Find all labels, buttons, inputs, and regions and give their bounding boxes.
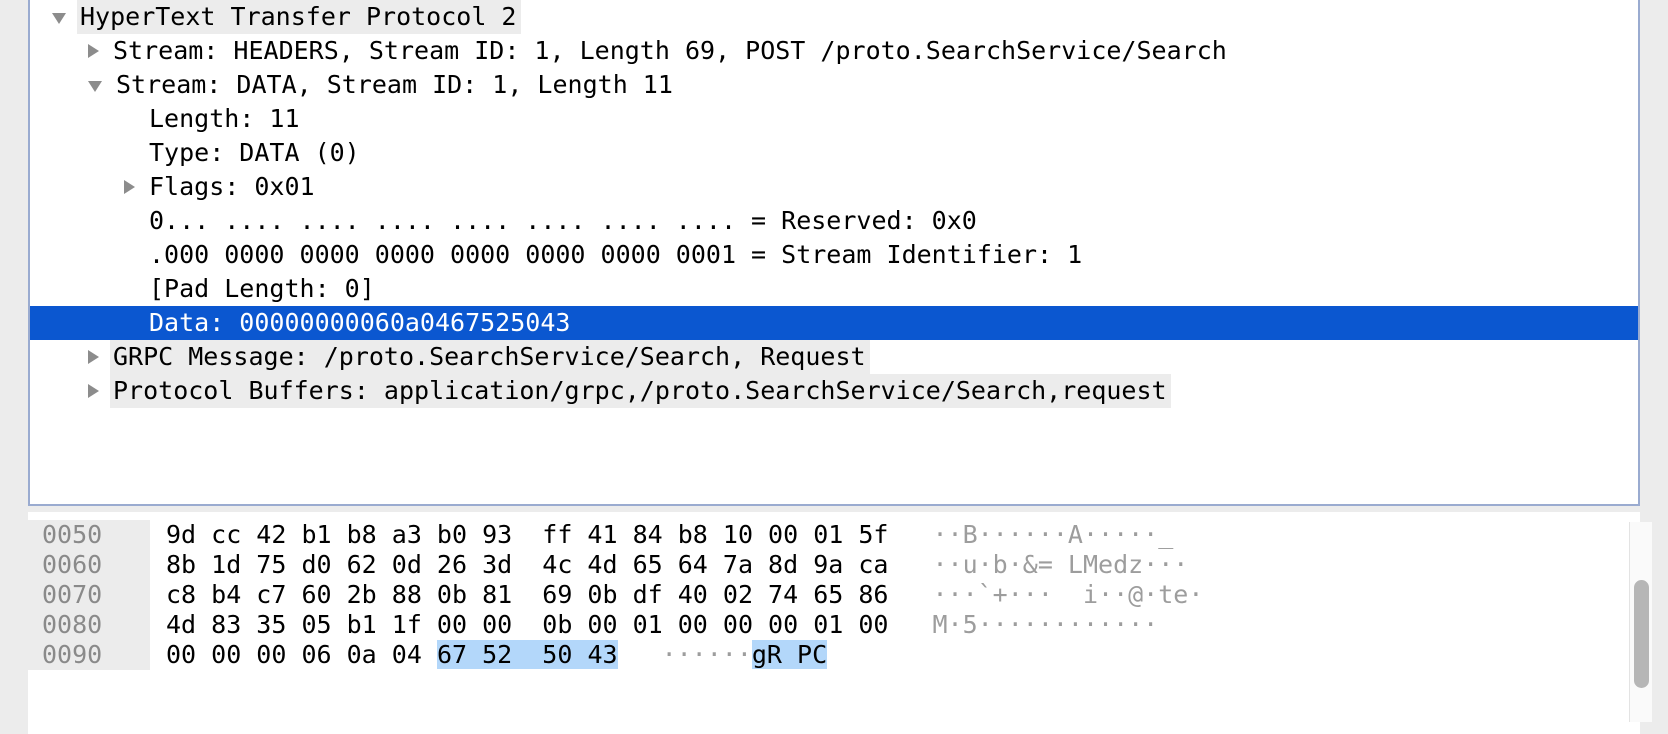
- tree-row-label: HyperText Transfer Protocol 2: [77, 0, 521, 34]
- ascii-bytes: ··B······A·····_: [932, 520, 1173, 550]
- ascii-bytes: ···`+··· i··@·te·: [932, 580, 1203, 610]
- hex-dump-row[interactable]: 0070 c8 b4 c7 60 2b 88 0b 81 69 0b df 40 …: [28, 580, 1640, 610]
- hex-bytes: 8b 1d 75 d0 62 0d 26 3d 4c 4d 65 64 7a 8…: [166, 550, 888, 580]
- ascii-bytes-plain: ······: [661, 640, 752, 669]
- tree-row-label: [Pad Length: 0]: [149, 274, 375, 303]
- tree-row[interactable]: Stream: DATA, Stream ID: 1, Length 11: [30, 68, 1638, 102]
- tree-row-label: Protocol Buffers: application/grpc,/prot…: [110, 374, 1171, 408]
- chevron-right-icon[interactable]: [88, 384, 99, 398]
- tree-row[interactable]: HyperText Transfer Protocol 2: [30, 0, 1638, 34]
- hex-bytes-plain: 9d cc 42 b1 b8 a3 b0 93 ff 41 84 b8 10 0…: [166, 520, 889, 549]
- packet-bytes-pane[interactable]: 0050 9d cc 42 b1 b8 a3 b0 93 ff 41 84 b8 …: [28, 512, 1640, 734]
- tree-spacer-icon: [124, 216, 135, 227]
- ascii-bytes: ··u·b·&= LMedz···: [932, 550, 1188, 580]
- tree-row[interactable]: 0... .... .... .... .... .... .... .... …: [30, 204, 1638, 238]
- hex-offset: 0090: [28, 640, 150, 670]
- hex-dump-row[interactable]: 0080 4d 83 35 05 b1 1f 00 00 0b 00 01 00 …: [28, 610, 1640, 640]
- tree-row[interactable]: Type: DATA (0): [30, 136, 1638, 170]
- tree-row-label: GRPC Message: /proto.SearchService/Searc…: [110, 340, 870, 374]
- tree-spacer-icon: [124, 250, 135, 261]
- tree-row-label: Data: 00000000060a0467525043: [149, 308, 571, 337]
- tree-row[interactable]: [Pad Length: 0]: [30, 272, 1638, 306]
- tree-spacer-icon: [124, 114, 135, 125]
- ascii-bytes-plain: ··B······A·····_: [932, 520, 1174, 549]
- ascii-bytes-plain: ··u·b·&= LMedz···: [932, 550, 1189, 579]
- hex-dump-row[interactable]: 0090 00 00 00 06 0a 04 67 52 50 43 ······g…: [28, 640, 1640, 670]
- tree-spacer-icon: [124, 148, 135, 159]
- hex-bytes-plain: 00 00 00 06 0a 04: [166, 640, 437, 669]
- hex-dump-row[interactable]: 0050 9d cc 42 b1 b8 a3 b0 93 ff 41 84 b8 …: [28, 520, 1640, 550]
- hex-bytes: 00 00 00 06 0a 04 67 52 50 43: [166, 640, 618, 670]
- hex-bytes: 4d 83 35 05 b1 1f 00 00 0b 00 01 00 00 0…: [166, 610, 888, 640]
- tree-row[interactable]: .000 0000 0000 0000 0000 0000 0000 0001 …: [30, 238, 1638, 272]
- chevron-right-icon[interactable]: [88, 350, 99, 364]
- ascii-bytes: M·5············: [932, 610, 1158, 640]
- chevron-right-icon[interactable]: [88, 44, 99, 58]
- hex-bytes: 9d cc 42 b1 b8 a3 b0 93 ff 41 84 b8 10 0…: [166, 520, 888, 550]
- scrollbar-thumb[interactable]: [1634, 580, 1649, 688]
- tree-row[interactable]: Length: 11: [30, 102, 1638, 136]
- hex-bytes: c8 b4 c7 60 2b 88 0b 81 69 0b df 40 02 7…: [166, 580, 888, 610]
- tree-row-label: 0... .... .... .... .... .... .... .... …: [149, 206, 977, 235]
- hex-dump: 0050 9d cc 42 b1 b8 a3 b0 93 ff 41 84 b8 …: [28, 512, 1640, 670]
- tree-row[interactable]: Protocol Buffers: application/grpc,/prot…: [30, 374, 1638, 408]
- ascii-bytes-plain: ···`+··· i··@·te·: [932, 580, 1204, 609]
- protocol-tree[interactable]: HyperText Transfer Protocol 2 Stream: HEA…: [30, 0, 1638, 408]
- packet-detail-pane[interactable]: HyperText Transfer Protocol 2 Stream: HEA…: [28, 0, 1640, 506]
- tree-spacer-icon: [124, 318, 135, 329]
- bytes-pane-vertical-scrollbar[interactable]: [1629, 522, 1652, 722]
- ascii-bytes-plain: M·5············: [932, 610, 1159, 639]
- tree-row-label: Flags: 0x01: [149, 172, 315, 201]
- tree-row[interactable]: Data: 00000000060a0467525043: [30, 306, 1638, 340]
- ascii-bytes-highlighted: gR PC: [751, 640, 828, 669]
- tree-row[interactable]: GRPC Message: /proto.SearchService/Searc…: [30, 340, 1638, 374]
- tree-row-label: Stream: DATA, Stream ID: 1, Length 11: [116, 70, 673, 99]
- chevron-right-icon[interactable]: [124, 180, 135, 194]
- tree-row[interactable]: Flags: 0x01: [30, 170, 1638, 204]
- hex-bytes-plain: c8 b4 c7 60 2b 88 0b 81 69 0b df 40 02 7…: [166, 580, 889, 609]
- tree-row-label: Stream: HEADERS, Stream ID: 1, Length 69…: [113, 36, 1227, 65]
- hex-offset: 0050: [28, 520, 150, 550]
- chevron-down-icon[interactable]: [88, 81, 102, 92]
- hex-offset: 0060: [28, 550, 150, 580]
- hex-offset: 0080: [28, 610, 150, 640]
- tree-row[interactable]: Stream: HEADERS, Stream ID: 1, Length 69…: [30, 34, 1638, 68]
- tree-row-label: Length: 11: [149, 104, 300, 133]
- tree-spacer-icon: [124, 284, 135, 295]
- ascii-bytes: ······gR PC: [662, 640, 828, 670]
- tree-row-label: Type: DATA (0): [149, 138, 360, 167]
- tree-row-label: .000 0000 0000 0000 0000 0000 0000 0001 …: [149, 240, 1083, 269]
- chevron-down-icon[interactable]: [52, 13, 66, 24]
- hex-bytes-highlighted: 67 52 50 43: [436, 640, 618, 669]
- hex-dump-row[interactable]: 0060 8b 1d 75 d0 62 0d 26 3d 4c 4d 65 64 …: [28, 550, 1640, 580]
- hex-offset: 0070: [28, 580, 150, 610]
- hex-bytes-plain: 4d 83 35 05 b1 1f 00 00 0b 00 01 00 00 0…: [166, 610, 889, 639]
- hex-bytes-plain: 8b 1d 75 d0 62 0d 26 3d 4c 4d 65 64 7a 8…: [166, 550, 889, 579]
